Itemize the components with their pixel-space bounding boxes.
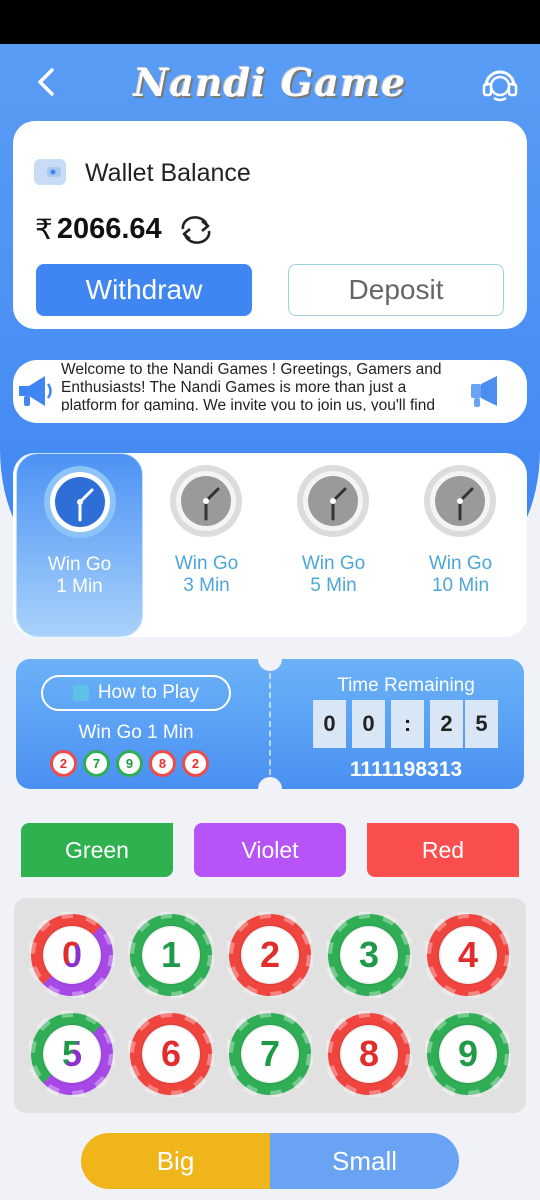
ticket-notch (258, 647, 282, 671)
wallet-card: Wallet Balance ₹ 2066.64 Withdraw Deposi… (13, 121, 527, 329)
countdown-separator: : (391, 700, 424, 748)
number-ball-label: 8 (359, 1033, 379, 1074)
balance-display: ₹ 2066.64 (35, 213, 214, 246)
number-ball-3[interactable]: 3 (326, 912, 412, 998)
red-bet-button[interactable]: Red (367, 823, 519, 877)
balance-amount: 2066.64 (56, 213, 162, 245)
game-mode-tabs: Win Go 1 Min Win Go 3 Min Win Go 5 Min W… (13, 453, 527, 637)
currency-symbol: ₹ (35, 214, 53, 245)
refresh-icon[interactable] (178, 215, 214, 245)
small-bet-button[interactable]: Small (270, 1133, 459, 1189)
deposit-button[interactable]: Deposit (288, 264, 504, 316)
book-icon (72, 685, 89, 701)
recent-result-ball: 8 (149, 750, 176, 777)
violet-bet-button[interactable]: Violet (194, 823, 346, 877)
number-ball-7[interactable]: 7 (227, 1011, 313, 1097)
time-remaining-label: Time Remaining (337, 675, 475, 696)
number-ball-label: 6 (161, 1033, 181, 1074)
number-ball-0[interactable]: 0 (29, 912, 115, 998)
big-small-toggle: Big Small (81, 1133, 459, 1189)
number-ball-2[interactable]: 2 (227, 912, 313, 998)
number-ball-label: 9 (458, 1033, 478, 1074)
number-ball-label: 0 (62, 934, 82, 975)
wallet-icon (34, 159, 66, 185)
green-bet-button[interactable]: Green (21, 823, 173, 877)
tab-win-go-3-min[interactable]: Win Go 3 Min (143, 453, 270, 637)
wallet-balance-label: Wallet Balance (85, 159, 251, 187)
notice-bar: Welcome to the Nandi Games ! Greetings, … (13, 360, 527, 423)
how-to-play-button[interactable]: How to Play (41, 675, 231, 711)
notice-text: Welcome to the Nandi Games ! Greetings, … (61, 361, 442, 411)
number-ball-label: 4 (458, 934, 478, 975)
number-ball-label: 7 (260, 1033, 280, 1074)
game-mode-label: Win Go 1 Min (78, 722, 194, 743)
tab-label: Win Go 10 Min (428, 553, 493, 596)
withdraw-button[interactable]: Withdraw (36, 264, 252, 316)
tab-label: Win Go 5 Min (301, 553, 366, 596)
recent-result-ball: 9 (116, 750, 143, 777)
number-ball-4[interactable]: 4 (425, 912, 511, 998)
megaphone-icon (19, 376, 52, 406)
tab-win-go-10-min[interactable]: Win Go 10 Min (397, 453, 524, 637)
app-header: Nandi Game (0, 44, 540, 120)
clock-icon (170, 465, 242, 537)
number-ball-6[interactable]: 6 (128, 1011, 214, 1097)
tab-win-go-1-min[interactable]: Win Go 1 Min (16, 453, 143, 637)
tab-label: Win Go 3 Min (174, 553, 239, 596)
customer-support-button[interactable] (480, 64, 520, 104)
announcement-icon[interactable] (469, 374, 505, 408)
countdown-digit: 5 (465, 700, 498, 748)
status-bar (0, 0, 540, 44)
countdown-digit: 2 (430, 700, 463, 748)
number-ball-9[interactable]: 9 (425, 1011, 511, 1097)
number-ball-label: 5 (62, 1033, 82, 1074)
recent-result-ball: 2 (182, 750, 209, 777)
recent-result-ball: 7 (83, 750, 110, 777)
number-ball-label: 2 (260, 934, 280, 975)
recent-results: 2 7 9 8 2 (50, 750, 209, 777)
number-ball-label: 1 (161, 934, 181, 975)
number-ball-5[interactable]: 5 (29, 1011, 115, 1097)
period-id: 1111198313 (349, 758, 463, 781)
countdown-digit: 0 (313, 700, 346, 748)
clock-icon (424, 465, 496, 537)
number-grid: 0 1 2 3 4 5 6 7 8 9 (14, 898, 526, 1113)
tab-win-go-5-min[interactable]: Win Go 5 Min (270, 453, 397, 637)
app-title: Nandi Game (133, 60, 407, 105)
tab-label: Win Go 1 Min (47, 554, 112, 597)
number-ball-label: 3 (359, 934, 379, 975)
recent-result-ball: 2 (50, 750, 77, 777)
dashed-divider (269, 673, 271, 775)
countdown-digit: 0 (352, 700, 385, 748)
timer-card: How to Play Win Go 1 Min 2 7 9 8 2 Time … (16, 647, 524, 801)
number-ball-1[interactable]: 1 (128, 912, 214, 998)
clock-icon (44, 466, 116, 538)
number-ball-8[interactable]: 8 (326, 1011, 412, 1097)
headset-icon (482, 70, 518, 102)
clock-icon (297, 465, 369, 537)
big-bet-button[interactable]: Big (81, 1133, 270, 1189)
